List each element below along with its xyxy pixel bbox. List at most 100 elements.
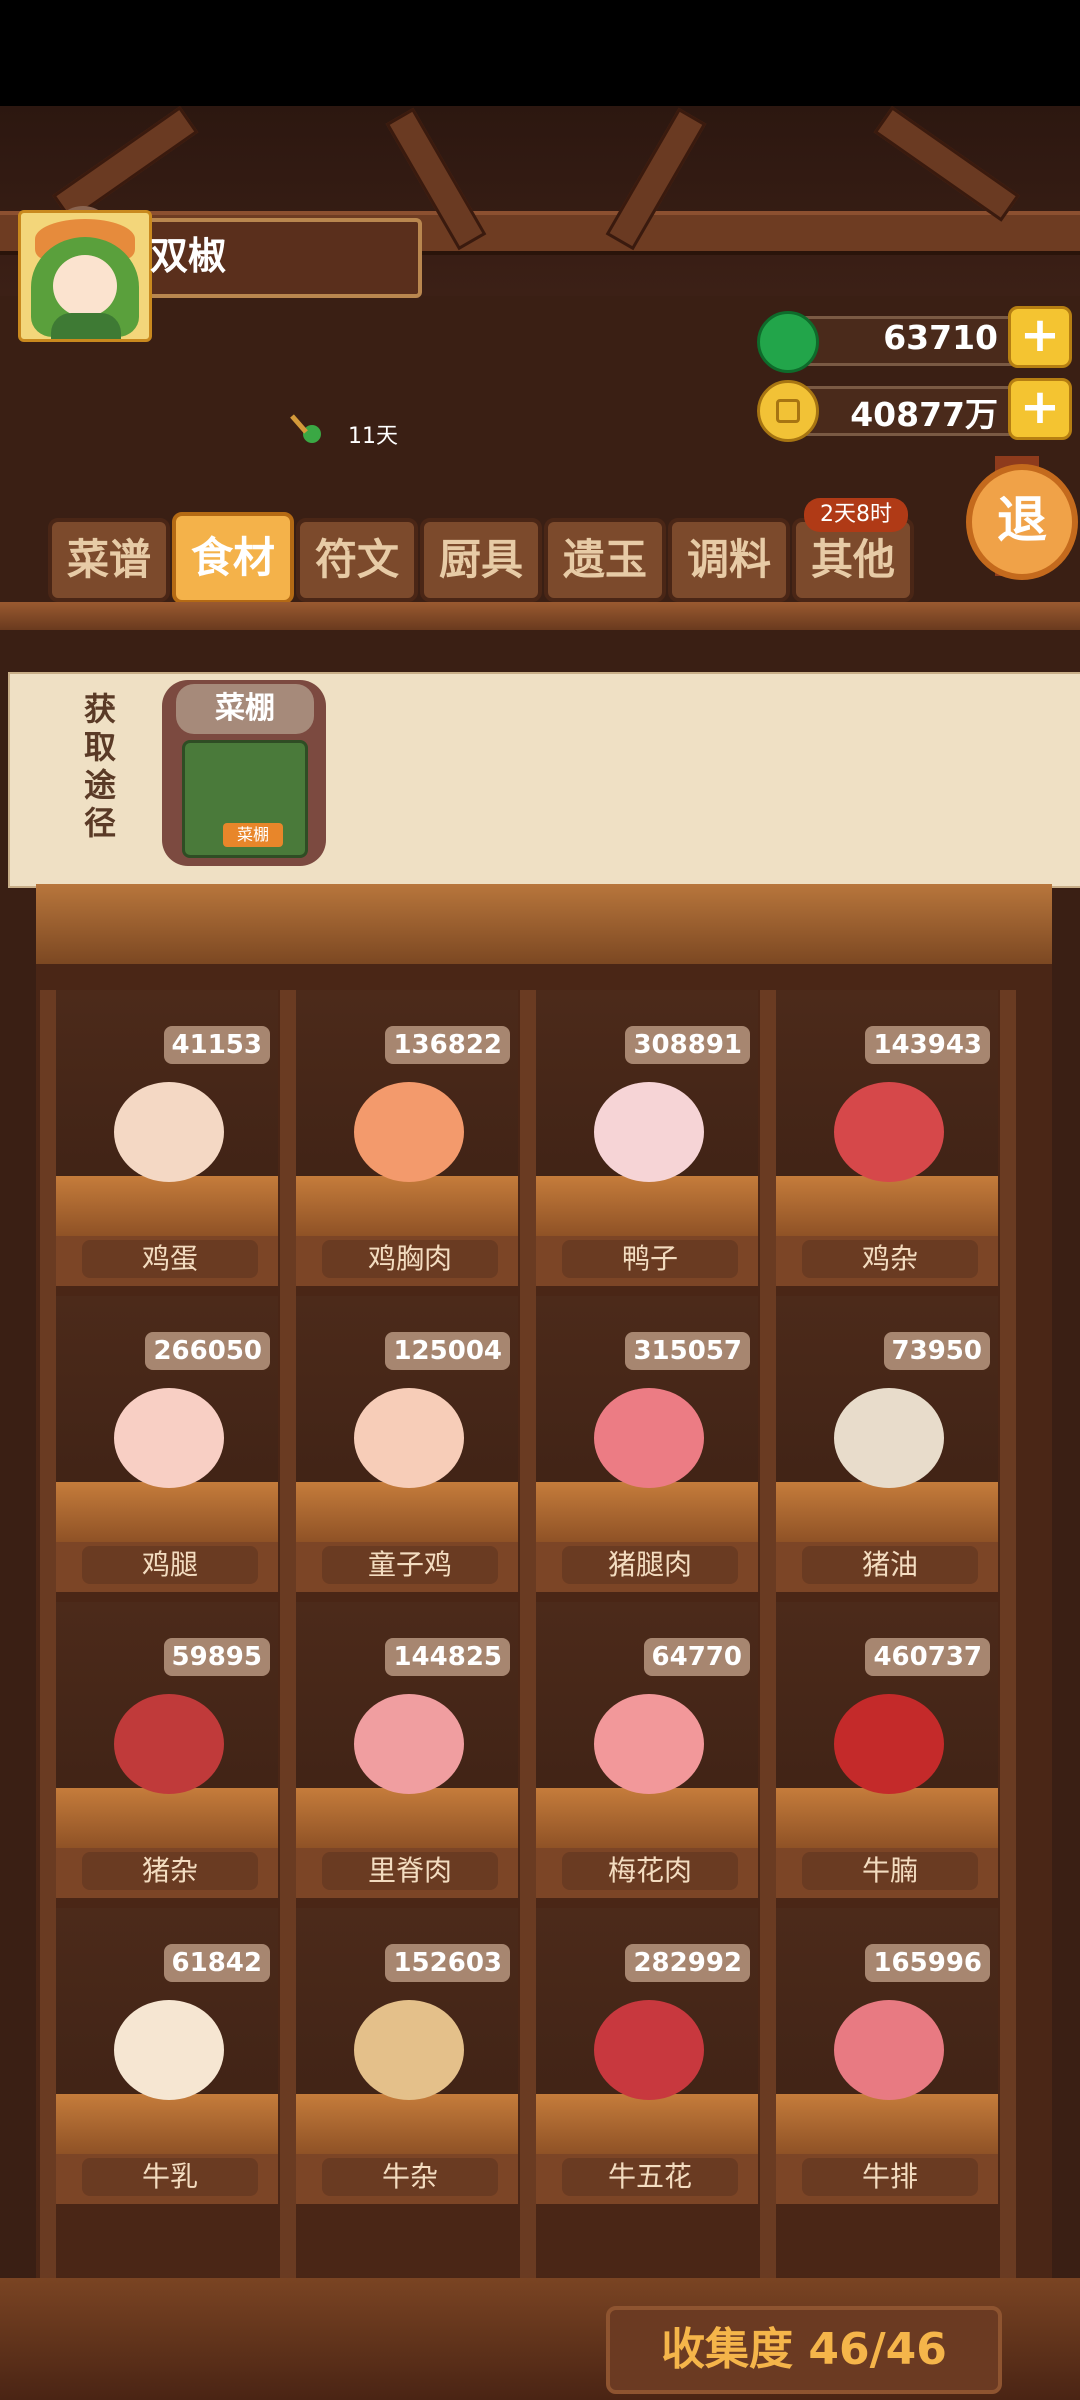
ingredient-cell[interactable]: 41153 鸡蛋 bbox=[56, 990, 278, 1286]
shelf-post bbox=[280, 990, 296, 2280]
ingredient-cell[interactable]: 73950 猪油 bbox=[776, 1296, 998, 1592]
ingredient-count: 143943 bbox=[865, 1026, 990, 1064]
ingredient-icon bbox=[114, 1388, 224, 1488]
ingredient-name: 梅花肉 bbox=[562, 1852, 738, 1890]
shelf-ledge bbox=[296, 1176, 518, 1236]
tab-ingredients[interactable]: 食材 bbox=[172, 512, 294, 604]
tab-jade[interactable]: 遗玉 bbox=[544, 518, 666, 602]
ingredient-cell[interactable]: 59895 猪杂 bbox=[56, 1602, 278, 1898]
ingredient-icon bbox=[594, 1388, 704, 1488]
ingredient-icon bbox=[594, 1082, 704, 1182]
shelf-ledge bbox=[536, 1176, 758, 1236]
collection-progress: 收集度 46/46 bbox=[606, 2306, 1002, 2394]
ingredient-icon bbox=[594, 2000, 704, 2100]
add-jade-button[interactable]: + bbox=[1008, 306, 1072, 368]
shelf-ledge bbox=[296, 2094, 518, 2154]
shelf-post bbox=[760, 990, 776, 2280]
ingredient-name: 鸡杂 bbox=[802, 1240, 978, 1278]
ingredient-name: 猪油 bbox=[802, 1546, 978, 1584]
tab-runes[interactable]: 符文 bbox=[296, 518, 418, 602]
ingredient-cell[interactable]: 266050 鸡腿 bbox=[56, 1296, 278, 1592]
ingredient-name: 牛腩 bbox=[802, 1852, 978, 1890]
shelf-ledge bbox=[56, 1482, 278, 1542]
ingredient-cell[interactable]: 125004 童子鸡 bbox=[296, 1296, 518, 1592]
source-greenhouse-label: 菜棚 bbox=[176, 684, 314, 734]
shelf-ledge bbox=[776, 2094, 998, 2154]
ingredient-icon bbox=[354, 1388, 464, 1488]
days-counter: 11天 bbox=[348, 424, 398, 449]
ingredient-icon bbox=[114, 2000, 224, 2100]
ingredient-count: 315057 bbox=[625, 1332, 750, 1370]
ingredient-cell[interactable]: 282992 牛五花 bbox=[536, 1908, 758, 2204]
ingredient-name: 猪杂 bbox=[82, 1852, 258, 1890]
ingredient-count: 61842 bbox=[163, 1944, 270, 1982]
shelf-top bbox=[36, 884, 1052, 964]
ingredient-icon bbox=[354, 1694, 464, 1794]
ingredient-name: 猪腿肉 bbox=[562, 1546, 738, 1584]
ingredient-cell[interactable]: 64770 梅花肉 bbox=[536, 1602, 758, 1898]
tab-cookware[interactable]: 厨具 bbox=[420, 518, 542, 602]
shelf-ledge bbox=[776, 1482, 998, 1542]
ingredient-name: 牛排 bbox=[802, 2158, 978, 2196]
ingredient-cell[interactable]: 460737 牛腩 bbox=[776, 1602, 998, 1898]
ingredient-count: 136822 bbox=[385, 1026, 510, 1064]
ingredient-count: 165996 bbox=[865, 1944, 990, 1982]
shelf-ledge bbox=[776, 1176, 998, 1236]
shelf-ledge bbox=[56, 1788, 278, 1848]
ingredient-icon bbox=[354, 1082, 464, 1182]
ingredient-icon bbox=[834, 1694, 944, 1794]
ingredient-name: 鸡胸肉 bbox=[322, 1240, 498, 1278]
add-coin-button[interactable]: + bbox=[1008, 378, 1072, 440]
shelf-post bbox=[520, 990, 536, 2280]
sprout-icon bbox=[290, 414, 321, 443]
ingredient-count: 41153 bbox=[163, 1026, 270, 1064]
ingredient-count: 59895 bbox=[163, 1638, 270, 1676]
shelf-ledge bbox=[296, 1482, 518, 1542]
divider bbox=[0, 602, 1080, 630]
shelf-post bbox=[40, 990, 56, 2280]
ingredient-icon bbox=[594, 1694, 704, 1794]
ingredient-count: 152603 bbox=[385, 1944, 510, 1982]
ingredient-icon bbox=[354, 2000, 464, 2100]
shelf-ledge bbox=[536, 1788, 758, 1848]
ingredient-icon bbox=[834, 2000, 944, 2100]
ingredient-count: 282992 bbox=[625, 1944, 750, 1982]
shelf-ledge bbox=[56, 1176, 278, 1236]
player-avatar[interactable] bbox=[18, 210, 152, 342]
shelf-ledge bbox=[56, 2094, 278, 2154]
ingredient-cell[interactable]: 144825 里脊肉 bbox=[296, 1602, 518, 1898]
ingredient-cell[interactable]: 143943 鸡杂 bbox=[776, 990, 998, 1286]
greenhouse-sign: 菜棚 bbox=[223, 823, 283, 847]
exit-button[interactable]: 退 bbox=[966, 464, 1078, 580]
ingredient-name: 牛乳 bbox=[82, 2158, 258, 2196]
ingredient-count: 460737 bbox=[865, 1638, 990, 1676]
ingredient-name: 牛杂 bbox=[322, 2158, 498, 2196]
ingredient-name: 鸡腿 bbox=[82, 1546, 258, 1584]
status-bar bbox=[0, 0, 1080, 106]
jade-value: 63710 bbox=[883, 318, 998, 357]
ingredient-count: 125004 bbox=[385, 1332, 510, 1370]
tab-seasoning[interactable]: 调料 bbox=[668, 518, 790, 602]
coin-value: 40877万 bbox=[850, 395, 998, 434]
ingredient-icon bbox=[834, 1388, 944, 1488]
ingredient-count: 64770 bbox=[643, 1638, 750, 1676]
ingredient-cell[interactable]: 136822 鸡胸肉 bbox=[296, 990, 518, 1286]
ingredient-name: 鸭子 bbox=[562, 1240, 738, 1278]
shelf-ledge bbox=[536, 1482, 758, 1542]
ingredient-cell[interactable]: 61842 牛乳 bbox=[56, 1908, 278, 2204]
ingredient-name: 里脊肉 bbox=[322, 1852, 498, 1890]
tab-recipes[interactable]: 菜谱 bbox=[48, 518, 170, 602]
ingredient-count: 266050 bbox=[145, 1332, 270, 1370]
ingredient-cell[interactable]: 308891 鸭子 bbox=[536, 990, 758, 1286]
ingredient-cell[interactable]: 315057 猪腿肉 bbox=[536, 1296, 758, 1592]
ingredient-cell[interactable]: 165996 牛排 bbox=[776, 1908, 998, 2204]
shelf-ledge bbox=[776, 1788, 998, 1848]
ingredient-icon bbox=[834, 1082, 944, 1182]
shelf-ledge bbox=[296, 1788, 518, 1848]
shelf-ledge bbox=[536, 2094, 758, 2154]
source-title: 获取途径 bbox=[83, 690, 116, 842]
greenhouse-icon: 菜棚 bbox=[182, 740, 308, 858]
ingredient-name: 牛五花 bbox=[562, 2158, 738, 2196]
ingredient-count: 73950 bbox=[883, 1332, 990, 1370]
ingredient-cell[interactable]: 152603 牛杂 bbox=[296, 1908, 518, 2204]
